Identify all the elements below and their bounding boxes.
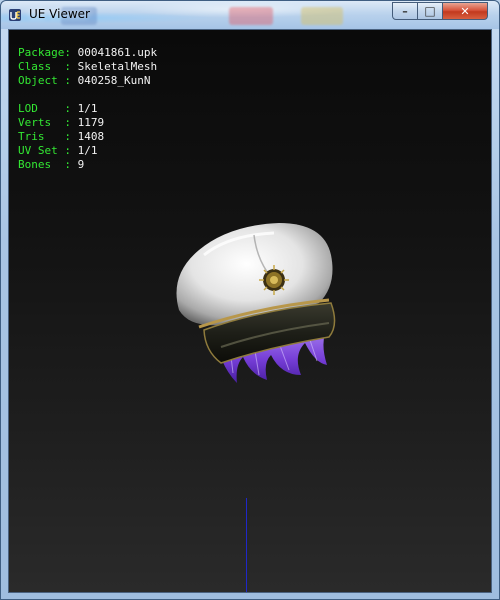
- uvset-label: UV Set :: [18, 144, 71, 157]
- verts-label: Verts :: [18, 116, 71, 129]
- close-icon: ✕: [460, 4, 470, 18]
- maximize-icon: □: [424, 4, 436, 18]
- package-value: 00041861.upk: [77, 46, 158, 59]
- info-uvset: UV Set : 1/1: [18, 144, 97, 158]
- verts-value: 1179: [77, 116, 105, 129]
- app-window: UE Viewer – □ ✕ Package: 00041861.upk Cl…: [0, 0, 500, 600]
- maximize-button[interactable]: □: [417, 2, 443, 20]
- info-bones: Bones : 9: [18, 158, 84, 172]
- object-value: 040258_KunN: [77, 74, 151, 87]
- info-package: Package: 00041861.upk: [18, 46, 157, 60]
- tris-value: 1408: [77, 130, 105, 143]
- bones-value: 9: [77, 158, 85, 171]
- y-axis-line: [246, 498, 247, 592]
- skeletal-mesh-render[interactable]: [159, 215, 349, 390]
- info-class: Class : SkeletalMesh: [18, 60, 157, 74]
- close-button[interactable]: ✕: [442, 2, 488, 20]
- package-label: Package:: [18, 46, 71, 59]
- info-tris: Tris : 1408: [18, 130, 104, 144]
- bones-label: Bones :: [18, 158, 71, 171]
- info-lod: LOD : 1/1: [18, 102, 97, 116]
- class-value: SkeletalMesh: [77, 60, 158, 73]
- lod-value: 1/1: [77, 102, 98, 115]
- class-label: Class :: [18, 60, 71, 73]
- lod-label: LOD :: [18, 102, 71, 115]
- object-label: Object :: [18, 74, 71, 87]
- window-title: UE Viewer: [29, 7, 90, 21]
- info-object: Object : 040258_KunN: [18, 74, 150, 88]
- title-bar[interactable]: UE Viewer – □ ✕: [1, 1, 499, 29]
- minimize-icon: –: [402, 4, 408, 18]
- 3d-viewport[interactable]: Package: 00041861.upk Class : SkeletalMe…: [8, 29, 492, 593]
- uvset-value: 1/1: [77, 144, 98, 157]
- minimize-button[interactable]: –: [392, 2, 418, 20]
- info-verts: Verts : 1179: [18, 116, 104, 130]
- tris-label: Tris :: [18, 130, 71, 143]
- ue-viewer-app-icon: [9, 9, 21, 21]
